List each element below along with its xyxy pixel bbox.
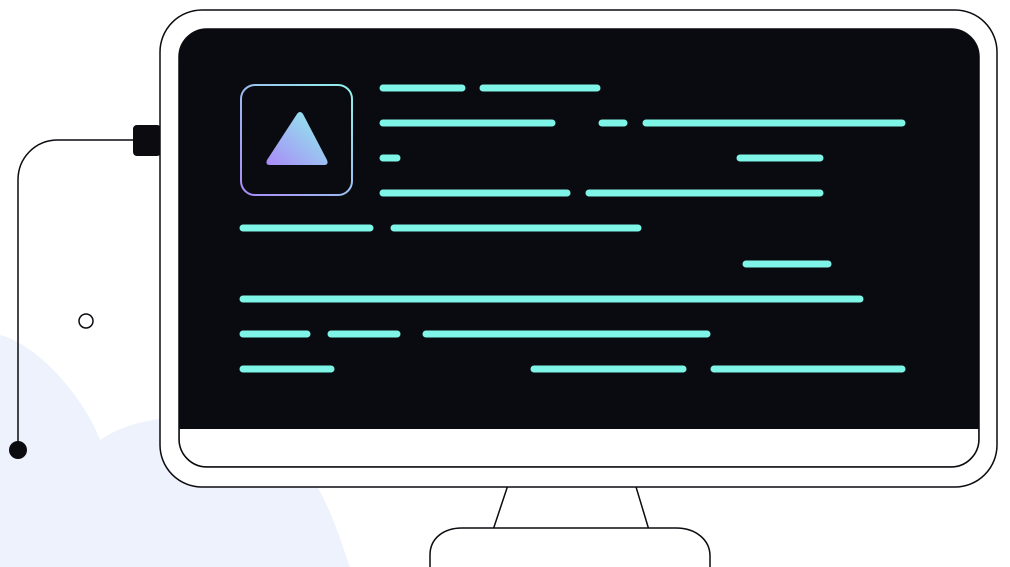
- monitor-screen: [179, 29, 979, 467]
- cable-connector: [133, 125, 161, 156]
- monitor-base: [429, 527, 711, 567]
- decorative-ring: [78, 313, 94, 329]
- monitor-illustration: [0, 9, 998, 567]
- cable-plug-dot: [9, 441, 27, 459]
